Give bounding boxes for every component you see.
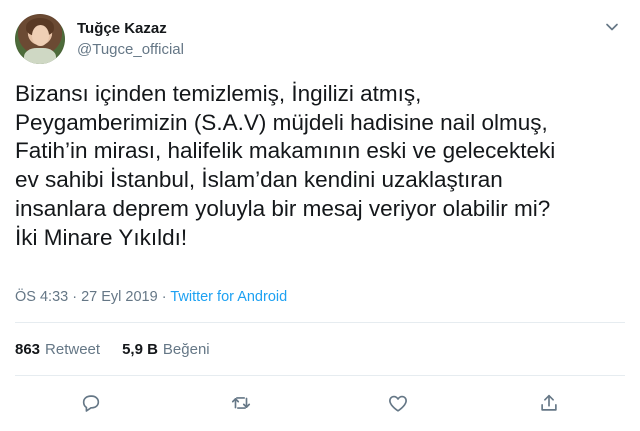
author-display-name[interactable]: Tuğçe Kazaz	[77, 19, 184, 38]
share-icon[interactable]	[537, 391, 561, 415]
like-count: 5,9 B	[122, 341, 158, 358]
tweet-stats: 863 Retweet 5,9 B Beğeni	[15, 340, 232, 360]
retweet-icon[interactable]	[229, 391, 253, 415]
meta-separator: ·	[157, 289, 171, 305]
like-stat[interactable]: 5,9 B Beğeni	[122, 340, 210, 360]
divider	[15, 322, 625, 323]
tweet-meta: ÖS 4:33 · 27 Eyl 2019 · Twitter for Andr…	[15, 287, 287, 307]
tweet-date[interactable]: 27 Eyl 2019	[81, 289, 158, 305]
chevron-down-icon[interactable]	[602, 17, 622, 37]
tweet-actions	[0, 391, 640, 417]
author-handle[interactable]: @Tugce_official	[77, 40, 184, 59]
retweet-stat[interactable]: 863 Retweet	[15, 340, 100, 360]
reply-icon[interactable]	[79, 391, 103, 415]
author-names: Tuğçe Kazaz @Tugce_official	[77, 19, 184, 59]
tweet-card: Tuğçe Kazaz @Tugce_official Bizansı için…	[0, 0, 640, 431]
tweet-text: Bizansı içinden temizlemiş, İngilizi atm…	[15, 81, 556, 250]
divider	[15, 375, 625, 376]
tweet-time[interactable]: ÖS 4:33	[15, 289, 68, 305]
retweet-count: 863	[15, 341, 41, 358]
avatar[interactable]	[15, 14, 65, 64]
retweet-label: Retweet	[45, 341, 101, 358]
like-icon[interactable]	[386, 391, 410, 415]
like-label: Beğeni	[162, 341, 210, 358]
tweet-source-link[interactable]: Twitter for Android	[170, 289, 287, 305]
tweet-header: Tuğçe Kazaz @Tugce_official	[15, 13, 184, 65]
meta-separator: ·	[68, 289, 82, 305]
